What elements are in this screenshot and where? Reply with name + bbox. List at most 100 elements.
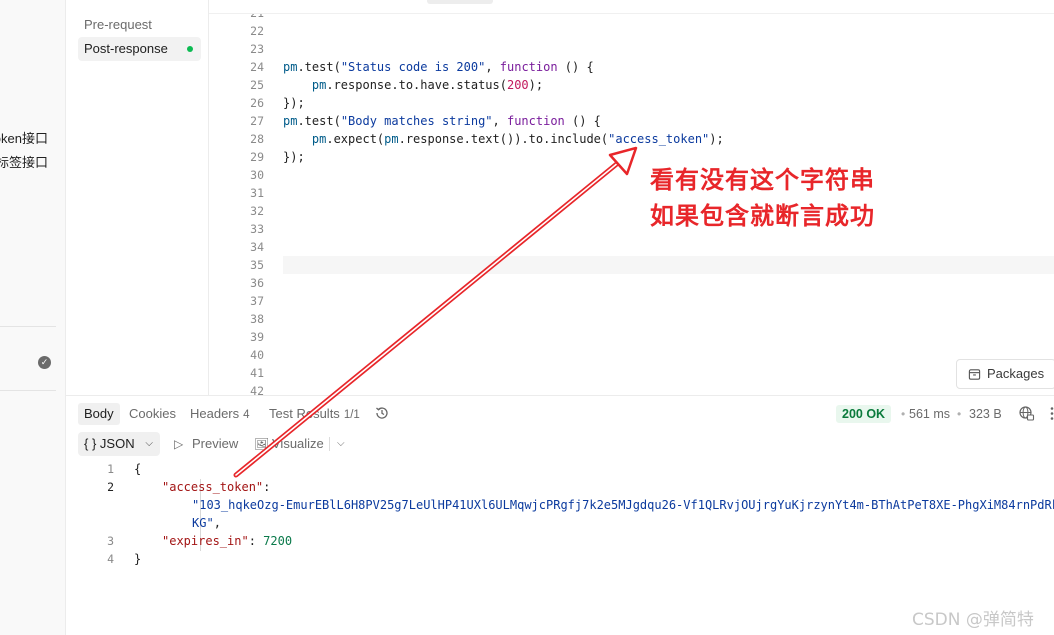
code-line: 29});: [209, 148, 1054, 166]
json-line: 2 "access_token":: [66, 478, 1054, 496]
code-text: pm.test("Status code is 200", function (…: [283, 60, 594, 74]
code-line: 23: [209, 40, 1054, 58]
code-line: 22: [209, 22, 1054, 40]
json-string-value: "103_hqkeOzg-EmurEBlL6H8PV25g7LeUlHP41UX…: [192, 498, 1054, 512]
code-line: 40: [209, 346, 1054, 364]
sidebar-divider: [0, 390, 56, 391]
tab-label: Test Results: [269, 406, 340, 421]
code-text: });: [283, 96, 305, 110]
response-body-viewer[interactable]: 1{ 2 "access_token": "103_hqkeOzg-EmurEBl…: [66, 459, 1054, 635]
line-number: 36: [250, 276, 264, 290]
line-number: 33: [250, 222, 264, 236]
json-line: 1{: [66, 460, 1054, 478]
code-line: 34: [209, 238, 1054, 256]
line-number: 3: [107, 534, 114, 548]
format-value: JSON: [99, 436, 135, 451]
line-number: 23: [250, 42, 264, 56]
code-line: 21: [209, 14, 1054, 22]
test-results-count: 1/1: [343, 409, 360, 421]
history-icon[interactable]: [374, 405, 390, 421]
line-number: 26: [250, 96, 264, 110]
code-line: 27 pm.test("Body matches string", functio…: [209, 112, 1054, 130]
code-text: pm.expect(pm.response.text()).to.include…: [311, 132, 724, 146]
line-number: 1: [107, 462, 114, 476]
watermark: CSDN @弹简特: [912, 610, 1034, 630]
modified-dot-icon: [187, 46, 193, 52]
tab-headers[interactable]: Headers 4: [184, 403, 256, 425]
body-format-bar: { } JSON ⌵ ▷ Preview 🖼 Visualize ⌵: [66, 429, 1054, 459]
separator-dot: •: [957, 407, 962, 421]
line-number: 40: [250, 348, 264, 362]
globe-lock-icon[interactable]: [1018, 405, 1035, 422]
response-size[interactable]: 323 B: [969, 405, 1002, 423]
chevron-down-icon[interactable]: ⌵: [337, 432, 345, 456]
code-line: 28 pm.expect(pm.response.text()).to.incl…: [209, 130, 1054, 148]
line-number: 25: [250, 78, 264, 92]
line-number: 32: [250, 204, 264, 218]
package-icon: [968, 369, 981, 380]
image-icon: 🖼: [254, 437, 270, 451]
toolbar-chip[interactable]: [427, 0, 493, 4]
script-tabs-panel: Pre-request Post-response: [66, 0, 209, 395]
chevron-down-icon: ⌵: [145, 438, 153, 449]
tab-label: Body: [84, 406, 114, 421]
line-number: 37: [250, 294, 264, 308]
packages-button[interactable]: Packages: [956, 359, 1054, 389]
line-number: 28: [250, 132, 264, 146]
sidebar-item-token-api[interactable]: oken接口: [0, 129, 66, 149]
code-line: 25 pm.response.to.have.status(200);: [209, 76, 1054, 94]
code-line: 32: [209, 202, 1054, 220]
line-number: 41: [250, 366, 264, 380]
top-toolbar: [209, 0, 1054, 14]
json-string-value: KG": [192, 516, 214, 530]
line-number: 21: [209, 14, 264, 22]
code-line: 26});: [209, 94, 1054, 112]
code-text: });: [283, 150, 305, 164]
format-select[interactable]: { } JSON ⌵: [78, 432, 160, 456]
sidebar-item-tag-api[interactable]: 标签接口: [0, 153, 66, 173]
tab-label: Post-response: [84, 41, 168, 56]
tab-cookies[interactable]: Cookies: [123, 403, 182, 425]
line-number: 31: [250, 186, 264, 200]
sidebar-item-label: oken接口: [0, 131, 48, 146]
code-line: 37: [209, 292, 1054, 310]
json-text: }: [134, 552, 142, 566]
line-number: 39: [250, 330, 264, 344]
preview-button[interactable]: ▷ Preview: [174, 432, 238, 456]
sidebar-item-label: 标签接口: [0, 155, 48, 170]
tab-body[interactable]: Body: [78, 403, 120, 425]
tab-test-results[interactable]: Test Results 1/1: [263, 403, 366, 425]
play-icon: ▷: [174, 437, 184, 451]
code-line-active: 35: [250, 256, 1054, 274]
line-number: 30: [250, 168, 264, 182]
separator-dot: •: [901, 407, 906, 421]
tab-pre-request[interactable]: Pre-request: [78, 13, 201, 37]
status-badge[interactable]: 200 OK: [836, 405, 892, 423]
response-time[interactable]: 561 ms: [909, 405, 950, 423]
headers-count: 4: [243, 409, 250, 421]
code-line: 33: [209, 220, 1054, 238]
code-line: 30: [209, 166, 1054, 184]
collection-sidebar: oken接口 标签接口 ✓: [0, 0, 66, 635]
visualize-button[interactable]: 🖼 Visualize: [254, 432, 324, 456]
json-punct: ,: [213, 516, 221, 530]
script-editor[interactable]: 21 22 23 24 pm.test("Status code is 200",…: [209, 14, 1054, 395]
check-circle-icon: ✓: [38, 356, 51, 369]
packages-label: Packages: [987, 366, 1045, 381]
line-number: 42: [250, 384, 264, 395]
tab-label: Cookies: [129, 406, 176, 421]
json-key: "expires_in": [162, 534, 249, 548]
code-line: 31: [209, 184, 1054, 202]
preview-label: Preview: [192, 436, 239, 451]
visualize-label: Visualize: [272, 436, 324, 451]
json-punct: :: [248, 534, 264, 548]
line-number: 34: [250, 240, 264, 254]
line-number: 22: [250, 24, 264, 38]
tab-post-response[interactable]: Post-response: [78, 37, 201, 61]
response-header-bar: Body Cookies Headers 4 Test Results 1/1 20…: [66, 395, 1054, 429]
code-text: pm.response.to.have.status(200);: [311, 78, 544, 92]
format-value: { }: [84, 436, 100, 451]
more-vertical-icon[interactable]: [1048, 405, 1054, 422]
code-line: 24 pm.test("Status code is 200", function…: [209, 58, 1054, 76]
code-text: pm.test("Body matches string", function …: [283, 114, 601, 128]
